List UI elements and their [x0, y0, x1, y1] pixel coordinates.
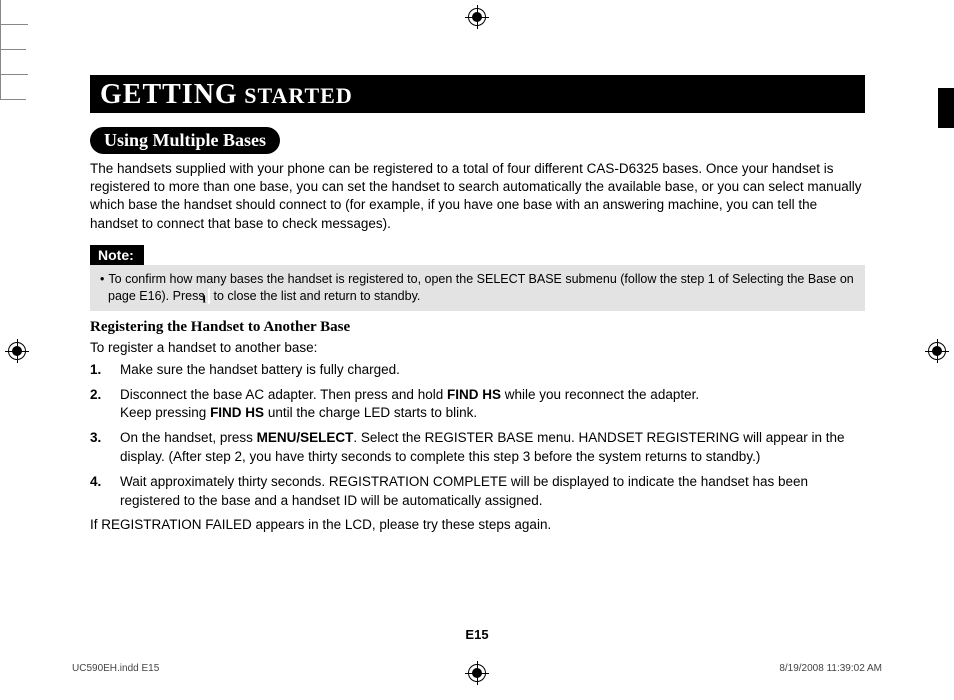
note-body: •To confirm how many bases the handset i… — [90, 265, 865, 311]
registration-mark-right — [928, 342, 946, 360]
steps-list: Make sure the handset battery is fully c… — [90, 361, 865, 511]
note-label: Note: — [90, 245, 144, 265]
step-item: Make sure the handset battery is fully c… — [90, 361, 865, 380]
step-item: Wait approximately thirty seconds. REGIS… — [90, 473, 865, 511]
subsection-pill: Using Multiple Bases — [90, 127, 280, 154]
subheading: Registering the Handset to Another Base — [90, 319, 865, 336]
step-item: On the handset, press MENU/SELECT. Selec… — [90, 429, 865, 467]
title-small: STARTED — [238, 83, 353, 108]
footer: UC590EH.indd E15 8/19/2008 11:39:02 AM — [72, 663, 882, 674]
registration-mark-top — [468, 8, 486, 26]
step-item: Disconnect the base AC adapter. Then pre… — [90, 386, 865, 424]
intro-paragraph: The handsets supplied with your phone ca… — [90, 160, 865, 233]
after-text: If REGISTRATION FAILED appears in the LC… — [90, 517, 865, 532]
side-tab — [938, 88, 954, 128]
lead-text: To register a handset to another base: — [90, 340, 865, 355]
page-number: E15 — [0, 627, 954, 642]
registration-mark-left — [8, 342, 26, 360]
footer-file: UC590EH.indd E15 — [72, 663, 159, 674]
page-content: GETTING STARTED Using Multiple Bases The… — [90, 75, 865, 532]
note-text-after: to close the list and return to standby. — [210, 289, 420, 303]
section-title-bar: GETTING STARTED — [90, 75, 865, 113]
footer-stamp: 8/19/2008 11:39:02 AM — [779, 663, 882, 674]
title-big: GETTING — [100, 79, 238, 110]
note-box: Note: •To confirm how many bases the han… — [90, 233, 865, 311]
